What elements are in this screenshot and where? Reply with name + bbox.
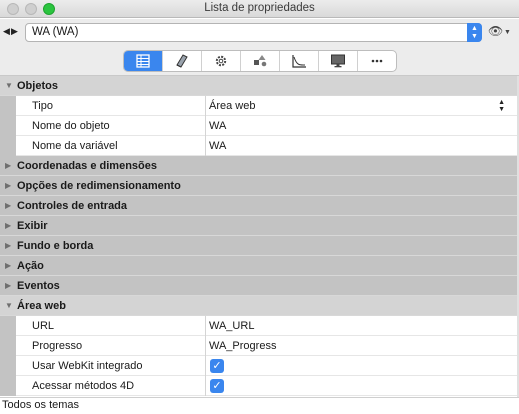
tab-monitor[interactable]: [319, 51, 358, 71]
section-redimensionamento[interactable]: ▶ Opções de redimensionamento: [0, 176, 519, 196]
list-icon: [136, 54, 150, 68]
section-exibir[interactable]: ▶ Exibir: [0, 216, 519, 236]
disclosure-closed-icon[interactable]: ▶: [5, 176, 11, 196]
property-row-tipo[interactable]: Tipo Área web ▲ ▼: [0, 96, 519, 116]
disclosure-closed-icon[interactable]: ▶: [5, 256, 11, 276]
object-name-field[interactable]: WA: [209, 116, 515, 136]
disclosure-closed-icon[interactable]: ▶: [5, 216, 11, 236]
section-controles-entrada[interactable]: ▶ Controles de entrada: [0, 196, 519, 216]
type-select[interactable]: Área web: [209, 96, 515, 116]
disclosure-closed-icon[interactable]: ▶: [5, 156, 11, 176]
webkit-checkbox[interactable]: ✓: [210, 359, 224, 373]
chevron-updown-icon[interactable]: ▲ ▼: [467, 23, 482, 42]
tab-gear[interactable]: [202, 51, 241, 71]
disclosure-open-icon[interactable]: ▼: [5, 296, 13, 316]
section-label: Ação: [17, 260, 44, 272]
property-label: Nome do objeto: [32, 120, 110, 132]
section-coordenadas[interactable]: ▶ Coordenadas e dimensões: [0, 156, 519, 176]
theme-tab-group: [123, 50, 397, 72]
chevron-updown-icon[interactable]: ▲ ▼: [498, 96, 505, 113]
window-title: Lista de propriedades: [204, 2, 315, 14]
property-row-metodos-4d[interactable]: Acessar métodos 4D ✓: [0, 376, 519, 396]
section-label: Eventos: [17, 280, 60, 292]
property-label: Usar WebKit integrado: [32, 360, 143, 372]
gear-icon: [215, 55, 227, 67]
section-label: Área web: [17, 300, 66, 312]
property-label: Nome da variável: [32, 140, 118, 152]
section-label: Coordenadas e dimensões: [17, 160, 157, 172]
property-row-nome-variavel[interactable]: Nome da variável WA: [0, 136, 519, 156]
property-row-nome-objeto[interactable]: Nome do objeto WA: [0, 116, 519, 136]
title-bar: Lista de propriedades: [0, 0, 519, 18]
section-eventos[interactable]: ▶ Eventos: [0, 276, 519, 296]
section-label: Fundo e borda: [17, 240, 94, 252]
section-label: Controles de entrada: [17, 200, 128, 212]
disclosure-closed-icon[interactable]: ▶: [5, 276, 11, 296]
section-label: Objetos: [17, 80, 58, 92]
theme-tabs-bar: [0, 46, 519, 76]
object-selector[interactable]: WA (WA) ▲ ▼: [25, 23, 482, 42]
next-object-icon[interactable]: ▶: [11, 26, 18, 37]
url-field[interactable]: WA_URL: [209, 316, 515, 336]
progress-field[interactable]: WA_Progress: [209, 336, 515, 356]
section-acao[interactable]: ▶ Ação: [0, 256, 519, 276]
property-label: Tipo: [32, 100, 53, 112]
object-selector-row: ◀ ▶ WA (WA) ▲ ▼ 👁 ▼: [0, 19, 519, 46]
property-label: URL: [32, 320, 55, 332]
property-row-webkit[interactable]: Usar WebKit integrado ✓: [0, 356, 519, 376]
property-row-progresso[interactable]: Progresso WA_Progress: [0, 336, 519, 356]
property-list: ▼ Objetos Tipo Área web ▲ ▼ Nome do objet…: [0, 76, 519, 397]
previous-object-icon[interactable]: ◀: [3, 26, 10, 37]
disclosure-open-icon[interactable]: ▼: [5, 76, 13, 96]
section-label: Exibir: [17, 220, 48, 232]
tab-book[interactable]: [163, 51, 202, 71]
monitor-icon: [331, 54, 345, 68]
disclosure-closed-icon[interactable]: ▶: [5, 236, 11, 256]
variable-name-field[interactable]: WA: [209, 136, 515, 156]
property-label: Acessar métodos 4D: [32, 380, 135, 392]
chevron-down-icon[interactable]: ▼: [504, 29, 511, 36]
tab-list[interactable]: [124, 51, 163, 71]
section-area-web[interactable]: ▼ Área web: [0, 296, 519, 316]
tab-shapes[interactable]: [241, 51, 280, 71]
theme-filter-label[interactable]: Todos os temas: [2, 399, 79, 411]
property-label: Progresso: [32, 340, 83, 352]
property-row-url[interactable]: URL WA_URL: [0, 316, 519, 336]
section-fundo-borda[interactable]: ▶ Fundo e borda: [0, 236, 519, 256]
footer-bar: Todos os temas: [0, 397, 519, 414]
book-icon: [176, 54, 188, 68]
disclosure-closed-icon[interactable]: ▶: [5, 196, 11, 216]
graph-icon: [292, 55, 306, 68]
shapes-icon: [254, 55, 267, 67]
tab-more[interactable]: [358, 51, 396, 71]
more-icon: [371, 59, 383, 63]
section-objetos[interactable]: ▼ Objetos: [0, 76, 519, 96]
eye-icon[interactable]: 👁: [488, 24, 503, 38]
object-selector-value: WA (WA): [32, 26, 79, 38]
section-label: Opções de redimensionamento: [17, 180, 181, 192]
tab-graph[interactable]: [280, 51, 319, 71]
access-4d-methods-checkbox[interactable]: ✓: [210, 379, 224, 393]
